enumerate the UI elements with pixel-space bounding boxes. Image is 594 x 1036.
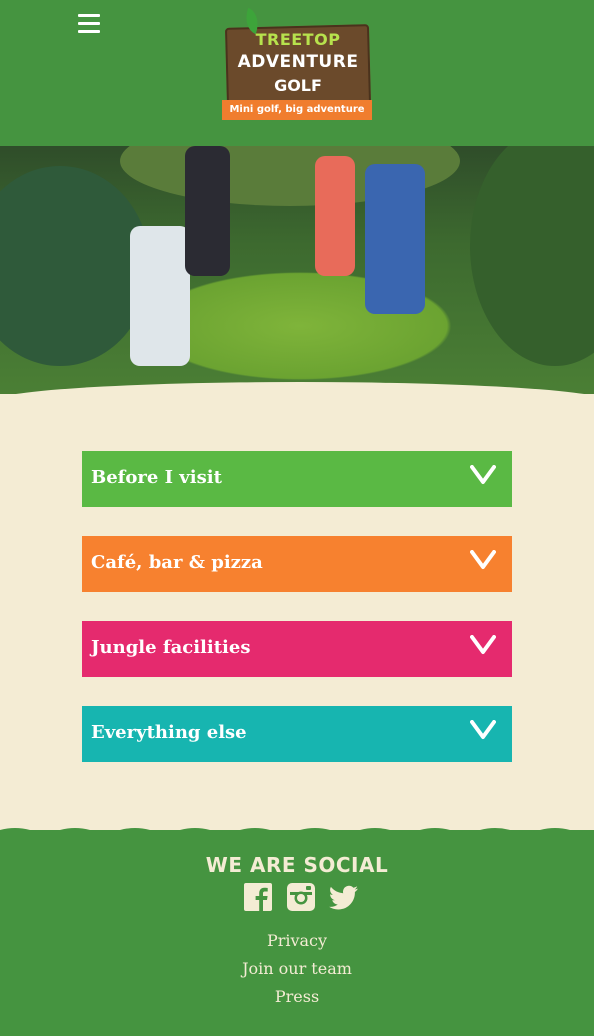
footer-link-privacy[interactable]: Privacy xyxy=(0,931,594,950)
footer-link-join-our-team[interactable]: Join our team xyxy=(0,959,594,978)
accordion-label: Jungle facilities xyxy=(91,637,251,658)
accordion-label: Before I visit xyxy=(91,467,222,488)
site-header: TREETOP ADVENTURE GOLF Mini golf, big ad… xyxy=(0,0,594,146)
logo-text-golf: GOLF xyxy=(274,76,322,95)
hero-torn-edge xyxy=(0,382,594,394)
hero-person-1 xyxy=(130,226,190,366)
logo-tagline: Mini golf, big adventure xyxy=(222,100,372,120)
accordion-before-i-visit[interactable]: Before I visit xyxy=(82,451,512,507)
logo-text-treetop: TREETOP xyxy=(255,30,341,49)
accordion-label: Everything else xyxy=(91,722,247,743)
hamburger-menu-icon[interactable] xyxy=(78,14,100,34)
hero-foliage-right xyxy=(470,146,594,366)
accordion-jungle-facilities[interactable]: Jungle facilities xyxy=(82,621,512,677)
accordion-everything-else[interactable]: Everything else xyxy=(82,706,512,762)
accordion-cafe-bar-pizza[interactable]: Café, bar & pizza xyxy=(82,536,512,592)
facebook-icon[interactable] xyxy=(243,882,273,912)
site-logo[interactable]: TREETOP ADVENTURE GOLF Mini golf, big ad… xyxy=(220,7,376,124)
social-icons xyxy=(243,882,363,914)
social-heading: WE ARE SOCIAL xyxy=(205,853,389,877)
instagram-icon[interactable] xyxy=(286,882,316,912)
twitter-icon[interactable] xyxy=(329,882,359,912)
hero-person-4 xyxy=(365,164,425,314)
logo-text-adventure: ADVENTURE xyxy=(237,52,359,72)
accordion-label: Café, bar & pizza xyxy=(91,552,263,573)
chevron-down-icon xyxy=(470,635,496,654)
footer-link-press[interactable]: Press xyxy=(0,987,594,1006)
hero-person-3 xyxy=(315,156,355,276)
site-footer: WE ARE SOCIAL Privacy Join our team Pres… xyxy=(0,828,594,1036)
hero-foliage-left xyxy=(0,166,150,366)
hero-image xyxy=(0,146,594,394)
footer-torn-edge xyxy=(0,828,594,834)
chevron-down-icon xyxy=(470,550,496,569)
chevron-down-icon xyxy=(470,465,496,484)
hero-person-2 xyxy=(185,146,230,276)
chevron-down-icon xyxy=(470,720,496,739)
